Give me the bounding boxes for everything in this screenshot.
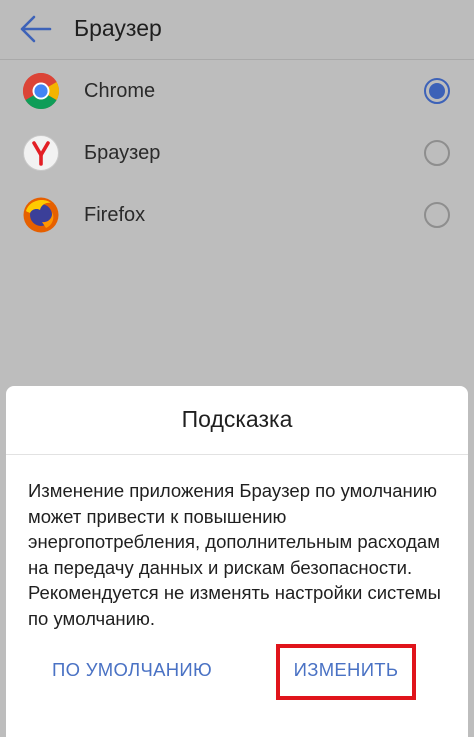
browser-item-chrome[interactable]: Chrome bbox=[0, 60, 474, 122]
yandex-browser-icon bbox=[22, 134, 60, 172]
browser-name: Firefox bbox=[84, 204, 146, 226]
radio-button[interactable] bbox=[424, 140, 450, 166]
divider bbox=[6, 454, 468, 455]
dialog-message: Изменение приложения Браузер по умолчани… bbox=[28, 480, 441, 629]
back-arrow-icon bbox=[20, 15, 52, 43]
browser-item-firefox[interactable]: Firefox bbox=[0, 184, 474, 246]
radio-button-selected[interactable] bbox=[424, 78, 450, 104]
chrome-icon bbox=[22, 72, 60, 110]
radio-button[interactable] bbox=[424, 202, 450, 228]
back-button[interactable] bbox=[14, 10, 58, 48]
dialog-title: Подсказка bbox=[181, 406, 293, 432]
browser-name: Chrome bbox=[84, 80, 156, 102]
highlight-frame bbox=[276, 644, 416, 700]
browser-name: Браузер bbox=[84, 142, 161, 164]
firefox-icon bbox=[22, 196, 60, 234]
page-title: Браузер bbox=[74, 15, 162, 41]
browser-item-yandex[interactable]: Браузер bbox=[0, 122, 474, 184]
app-bar: Браузер bbox=[0, 0, 474, 60]
set-default-button[interactable]: ПО УМОЛЧАНИЮ bbox=[32, 642, 232, 698]
hint-dialog: Подсказка Изменение приложения Браузер п… bbox=[6, 386, 468, 737]
browser-list: Chrome Браузер Firefox bbox=[0, 60, 474, 246]
